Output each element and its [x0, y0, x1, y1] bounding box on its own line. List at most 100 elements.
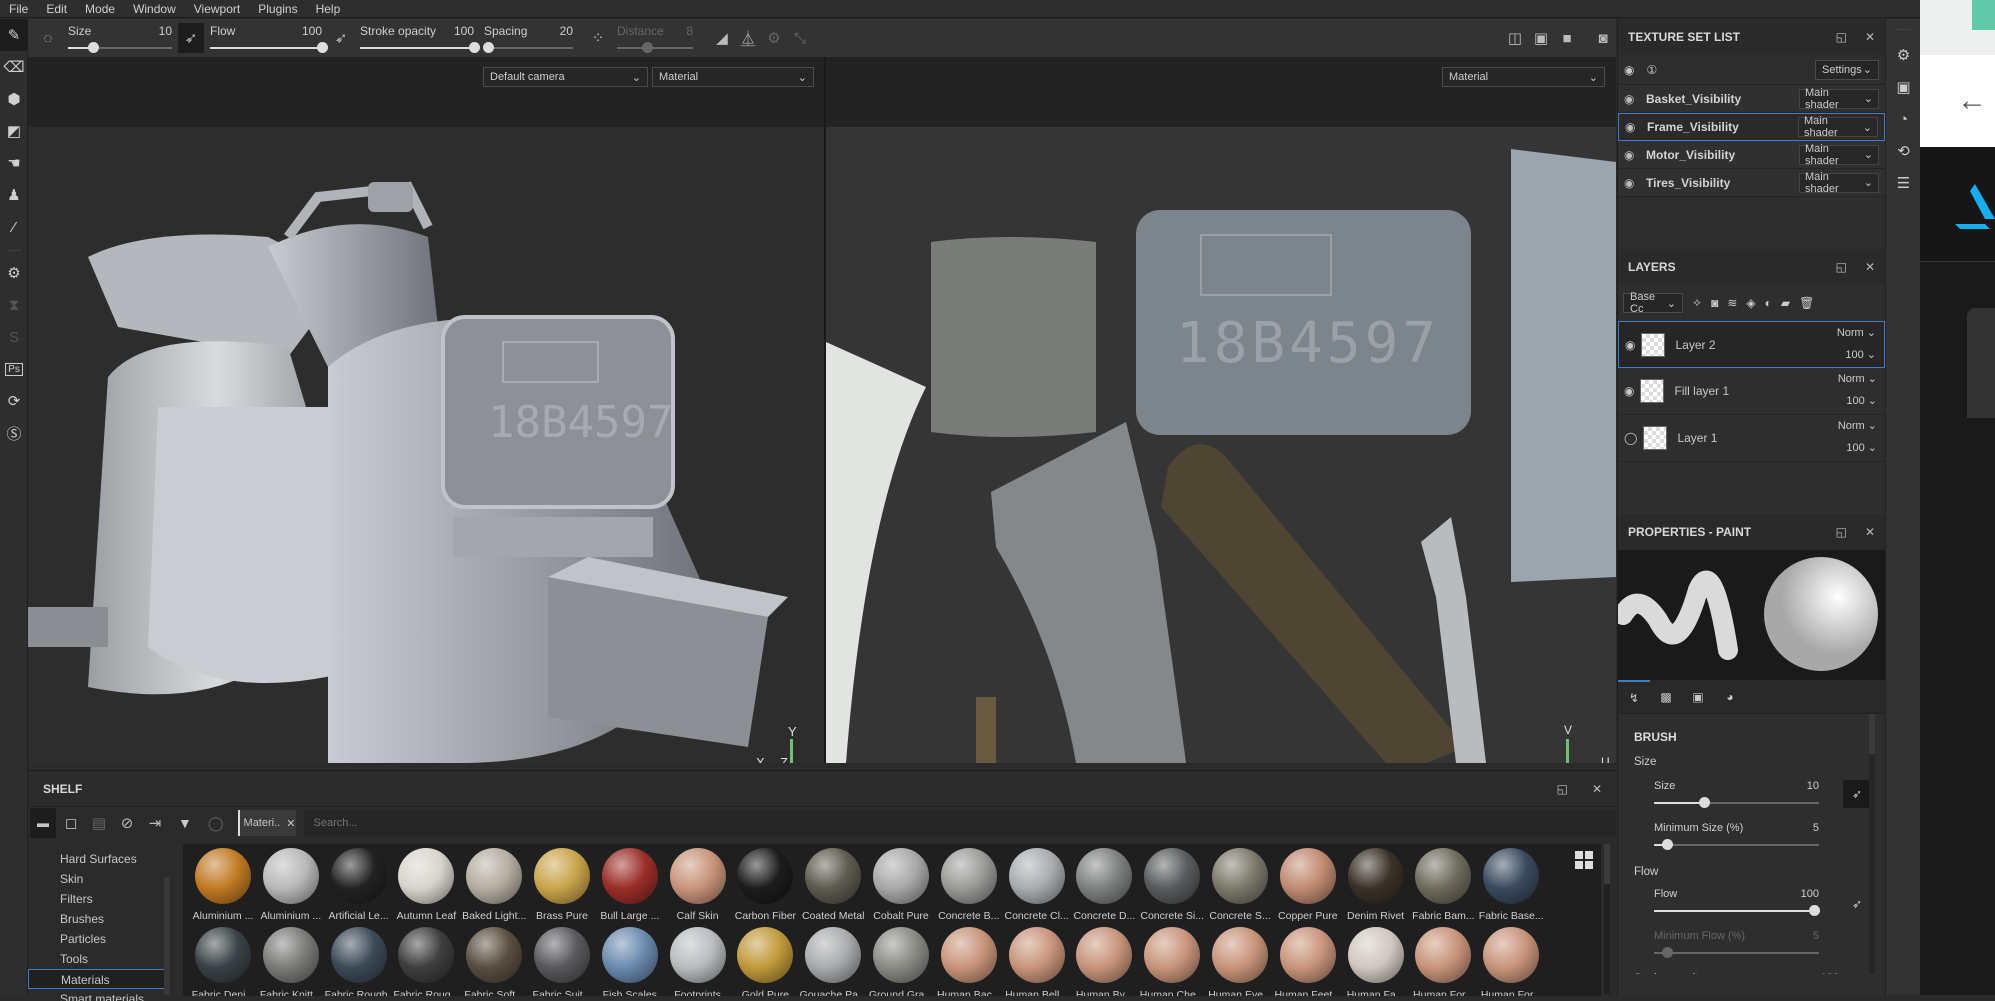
- add-fill-layer-icon[interactable]: ◈: [1746, 296, 1755, 310]
- new-library-button[interactable]: ◻: [58, 808, 84, 838]
- material-item[interactable]: Concrete S...: [1206, 848, 1274, 922]
- menu-plugins[interactable]: Plugins: [249, 2, 306, 16]
- brush-shape-selector[interactable]: ◌: [28, 23, 68, 53]
- distance-slider[interactable]: Distance 8: [617, 20, 699, 56]
- menu-file[interactable]: File: [0, 2, 37, 16]
- material-item[interactable]: Fabric Suit...: [528, 927, 596, 996]
- material-item[interactable]: Concrete Si...: [1138, 848, 1206, 922]
- material-item[interactable]: Cobalt Pure: [867, 848, 935, 922]
- viewport-3d-mode-select[interactable]: Material ⌄: [652, 67, 814, 87]
- undock-icon[interactable]: ◱: [1836, 525, 1847, 539]
- material-item[interactable]: Human For...: [1477, 927, 1545, 996]
- hide-button[interactable]: ⊘: [114, 808, 140, 838]
- flow-slider-handle[interactable]: [317, 42, 328, 53]
- material-item[interactable]: Fabric Rough...: [325, 927, 393, 996]
- undock-icon[interactable]: ◱: [1836, 30, 1847, 44]
- material-item[interactable]: Calf Skin: [664, 848, 732, 922]
- add-effect-icon[interactable]: ✧: [1692, 296, 1702, 310]
- eye-icon[interactable]: ◉: [1624, 92, 1646, 106]
- texture-set-frame[interactable]: ◉ Frame_Visibility Main shader ⌄: [1618, 113, 1885, 141]
- texture-set-tires[interactable]: ◉ Tires_Visibility Main shader ⌄: [1618, 169, 1885, 197]
- size-pressure-toggle[interactable]: ➶: [178, 23, 204, 53]
- material-item[interactable]: Fish Scales: [596, 927, 664, 996]
- eye-icon[interactable]: ◉: [1624, 148, 1646, 162]
- axis-transform-button[interactable]: ⤡: [787, 23, 813, 53]
- grid-view-toggle[interactable]: [1575, 851, 1593, 869]
- photoshop-plugin[interactable]: Ps: [0, 353, 28, 385]
- tab-alpha[interactable]: ▩: [1650, 690, 1682, 704]
- display-settings-button[interactable]: ⚙: [1886, 39, 1921, 71]
- material-item[interactable]: Copper Pure: [1274, 848, 1342, 922]
- material-item[interactable]: Baked Light...: [460, 848, 528, 922]
- remove-tag-icon[interactable]: ✕: [286, 817, 295, 830]
- material-item[interactable]: Gold Pure: [731, 927, 799, 996]
- camera-mode-button[interactable]: ■: [1554, 23, 1580, 53]
- category-hard-surfaces[interactable]: Hard Surfaces: [28, 849, 166, 869]
- split-view-button[interactable]: ◫: [1502, 23, 1528, 53]
- prop-size-slider[interactable]: Size 10: [1654, 780, 1819, 820]
- shelf-search-input[interactable]: [303, 810, 1616, 836]
- material-item[interactable]: Denim Rivet: [1342, 848, 1410, 922]
- material-item[interactable]: Bull Large ...: [596, 848, 664, 922]
- 3d-scene[interactable]: 18B4597 X Z Y: [28, 127, 824, 763]
- clone-tool[interactable]: ♟: [0, 179, 28, 211]
- channel-select[interactable]: Base Cc ⌄: [1623, 291, 1683, 315]
- log-button[interactable]: ☰: [1886, 167, 1921, 199]
- shader-select[interactable]: Main shader ⌄: [1798, 115, 1878, 139]
- filter-tag[interactable]: Materi.. ✕: [237, 810, 296, 836]
- uv-scene[interactable]: 18B4597 V U: [826, 127, 1616, 763]
- polygon-fill-tool[interactable]: ◩: [0, 115, 28, 147]
- spacing-slider-handle[interactable]: [483, 42, 495, 53]
- prop-min-flow-slider[interactable]: Minimum Flow (%) 5: [1654, 930, 1819, 970]
- material-item[interactable]: Artificial Le...: [325, 848, 393, 922]
- opacity-select[interactable]: 100 ⌄: [1845, 348, 1876, 361]
- material-item[interactable]: Gouache Pa...: [799, 927, 867, 996]
- paint-brush-tool[interactable]: ✎: [0, 19, 28, 51]
- material-item[interactable]: Ground Gra...: [867, 927, 935, 996]
- size-slider-handle[interactable]: [87, 42, 99, 53]
- material-grid-scrollbar[interactable]: [1604, 844, 1610, 994]
- back-arrow-icon[interactable]: ←: [1920, 55, 1995, 147]
- camera-select[interactable]: Default camera ⌄: [483, 67, 648, 87]
- smudge-tool[interactable]: ☚: [0, 147, 28, 179]
- save-button[interactable]: ▤: [86, 808, 112, 838]
- distance-slider-handle[interactable]: [642, 42, 654, 53]
- opacity-select[interactable]: 100 ⌄: [1846, 394, 1877, 407]
- opacity-select[interactable]: 100 ⌄: [1846, 441, 1877, 454]
- size-pressure-toggle[interactable]: ➶: [1843, 780, 1871, 808]
- viewport-uv[interactable]: Material ⌄ 18B4597 V U: [826, 57, 1616, 763]
- blend-mode-select[interactable]: Norm ⌄: [1837, 326, 1876, 339]
- texture-settings-button[interactable]: ◔: [1886, 103, 1921, 135]
- properties-scrollbar[interactable]: [1869, 714, 1875, 974]
- delete-layer-icon[interactable]: 🗑: [1799, 296, 1814, 310]
- material-item[interactable]: Aluminium ...: [189, 848, 257, 922]
- menu-viewport[interactable]: Viewport: [185, 2, 249, 16]
- add-folder-icon[interactable]: ▰: [1781, 296, 1790, 310]
- size-slider[interactable]: Size 10: [68, 20, 178, 56]
- category-brushes[interactable]: Brushes: [28, 909, 166, 929]
- category-smart-materials[interactable]: Smart materials: [28, 989, 166, 1001]
- menu-window[interactable]: Window: [124, 2, 185, 16]
- baking-plugin[interactable]: ⧗: [0, 289, 28, 321]
- flow-slider[interactable]: Flow 100: [210, 20, 328, 56]
- close-icon[interactable]: ✕: [1865, 30, 1875, 44]
- prop-min-flow-handle[interactable]: [1662, 947, 1674, 958]
- spacing-slider[interactable]: Spacing 20: [483, 20, 579, 56]
- material-item[interactable]: Human Che...: [1138, 927, 1206, 996]
- filter-icon[interactable]: ▼: [178, 815, 192, 831]
- material-item[interactable]: Aluminium ...: [257, 848, 325, 922]
- eye-closed-icon[interactable]: ◯: [1624, 431, 1637, 445]
- shader-settings-button[interactable]: ▣: [1886, 71, 1921, 103]
- stroke-opacity-slider-handle[interactable]: [469, 42, 480, 53]
- material-item[interactable]: Coated Metal: [799, 848, 867, 922]
- tab-stencil[interactable]: ▣: [1682, 690, 1714, 704]
- blend-mode-select[interactable]: Norm ⌄: [1838, 372, 1877, 385]
- texture-set-settings-button[interactable]: Settings ⌄: [1815, 59, 1879, 80]
- category-skin[interactable]: Skin: [28, 869, 166, 889]
- material-item[interactable]: Fabric Soft...: [460, 927, 528, 996]
- flow-pressure-toggle[interactable]: ➶: [1843, 890, 1871, 918]
- material-item[interactable]: Brass Pure: [528, 848, 596, 922]
- folder-button[interactable]: ▬: [30, 808, 56, 838]
- material-item[interactable]: Human For...: [1409, 927, 1477, 996]
- tab-brush[interactable]: ↯: [1618, 679, 1650, 714]
